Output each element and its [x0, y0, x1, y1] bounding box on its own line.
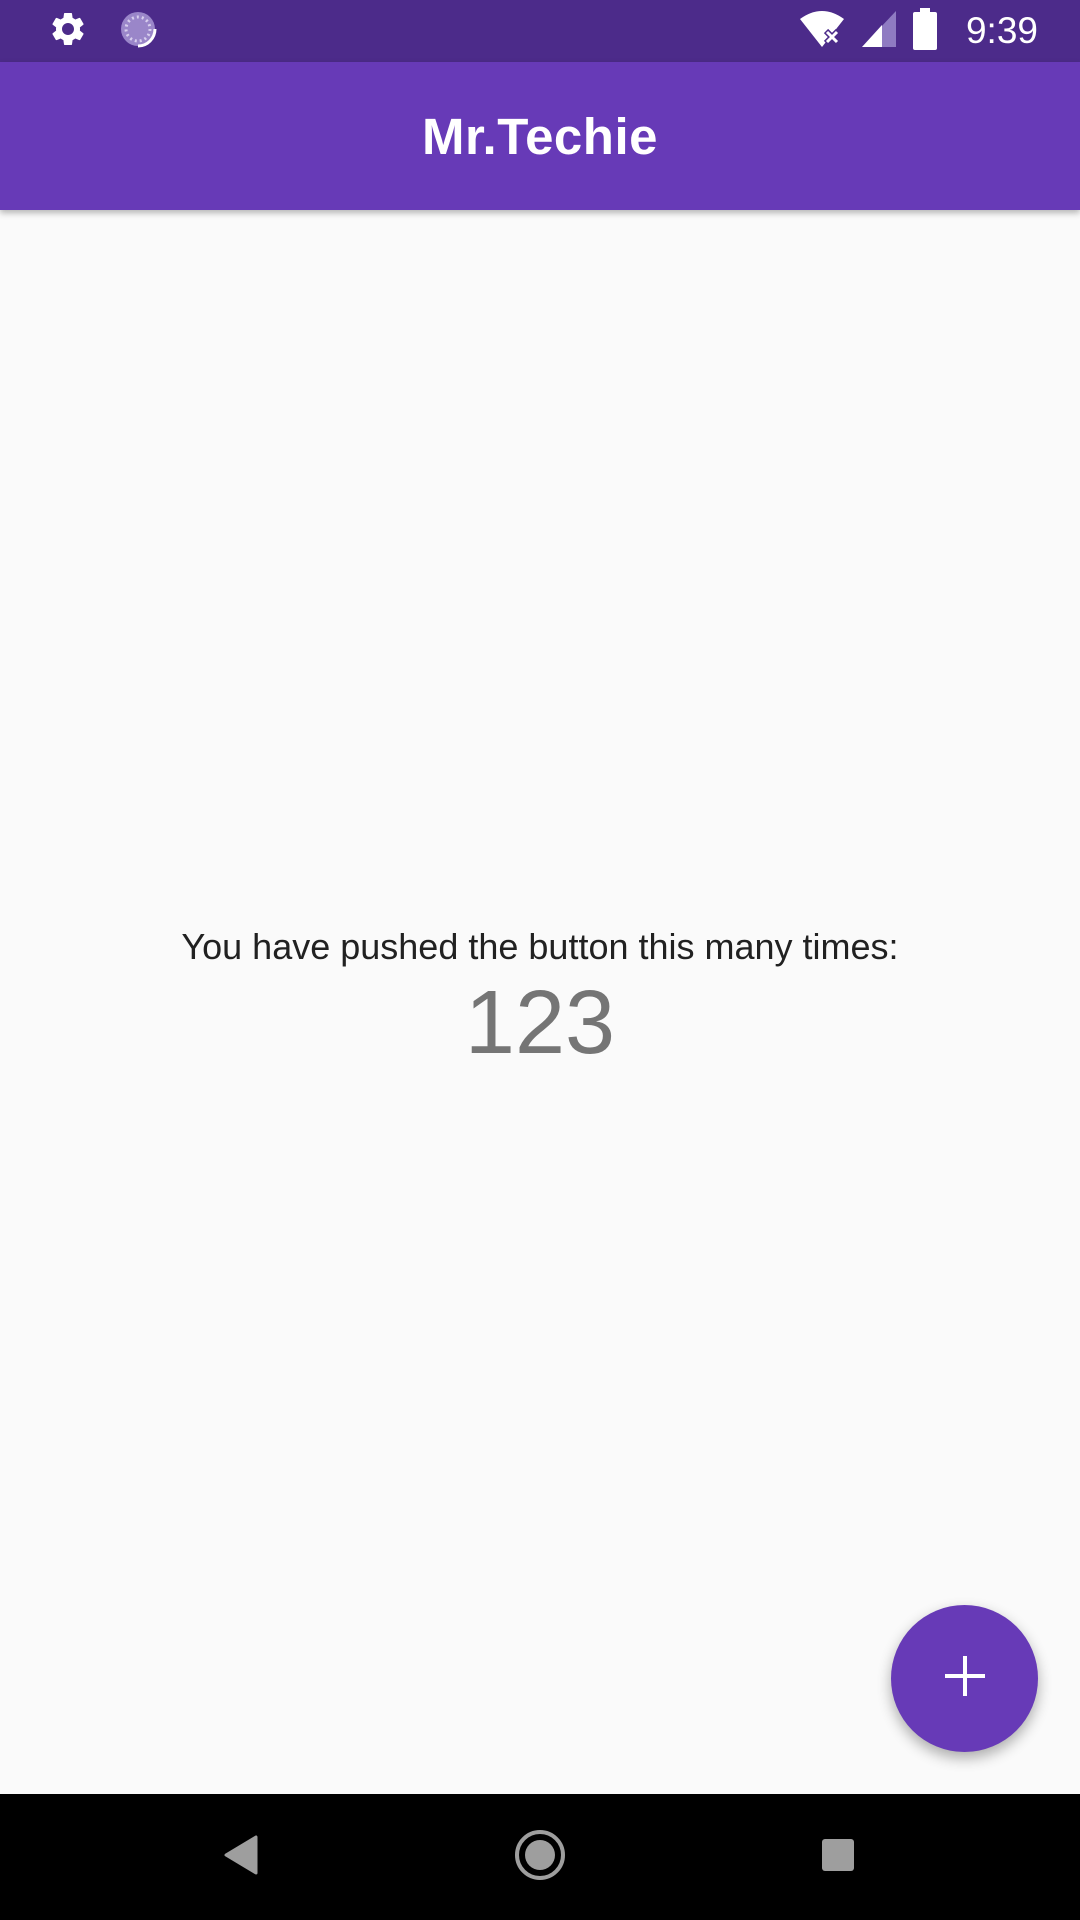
status-left-icons [48, 11, 158, 51]
battery-icon [912, 7, 938, 55]
counter-value: 123 [464, 973, 616, 1073]
wifi-icon [798, 9, 846, 54]
nav-back-button[interactable] [210, 1827, 270, 1887]
main-content: You have pushed the button this many tim… [0, 210, 1080, 1794]
recents-icon [818, 1835, 858, 1880]
signal-icon [860, 9, 898, 54]
home-icon [513, 1828, 567, 1887]
nav-home-button[interactable] [510, 1827, 570, 1887]
navigation-bar [0, 1794, 1080, 1920]
status-bar: 9:39 [0, 0, 1080, 62]
increment-fab-button[interactable] [891, 1605, 1038, 1752]
plus-icon [943, 1654, 987, 1703]
loading-icon [118, 9, 158, 54]
status-right-icons: 9:39 [798, 7, 1038, 55]
counter-label: You have pushed the button this many tim… [181, 926, 899, 967]
app-bar: Mr.Techie [0, 62, 1080, 210]
counter-block: You have pushed the button this many tim… [0, 925, 1080, 1073]
back-icon [220, 1833, 260, 1882]
app-title: Mr.Techie [422, 107, 658, 165]
settings-icon [48, 9, 88, 54]
status-time: 9:39 [965, 10, 1038, 51]
nav-recents-button[interactable] [808, 1827, 868, 1887]
